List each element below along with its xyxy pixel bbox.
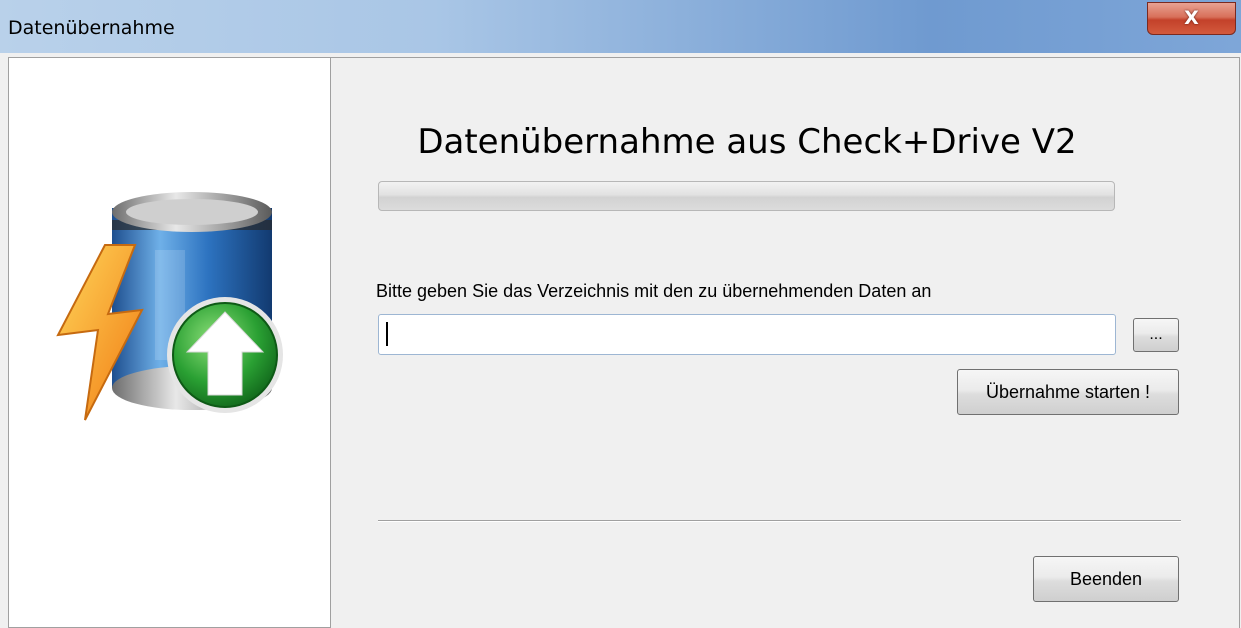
close-button[interactable]: X [1147,2,1236,35]
directory-input[interactable] [378,314,1116,355]
title-bar: Datenübernahme X [0,0,1241,53]
quit-button[interactable]: Beenden [1033,556,1179,602]
up-arrow-icon [167,297,283,413]
directory-prompt-label: Bitte geben Sie das Verzeichnis mit den … [376,281,932,301]
page-title: Datenübernahme aus Check+Drive V2 [417,122,1077,162]
close-icon: X [1184,7,1199,29]
start-import-button[interactable]: Übernahme starten ! [957,369,1179,415]
window-title: Datenübernahme [8,17,175,39]
separator-line [378,520,1181,522]
database-import-icon [56,192,283,421]
progress-bar [378,181,1115,211]
text-caret [386,322,388,346]
browse-button[interactable]: ... [1133,318,1179,352]
